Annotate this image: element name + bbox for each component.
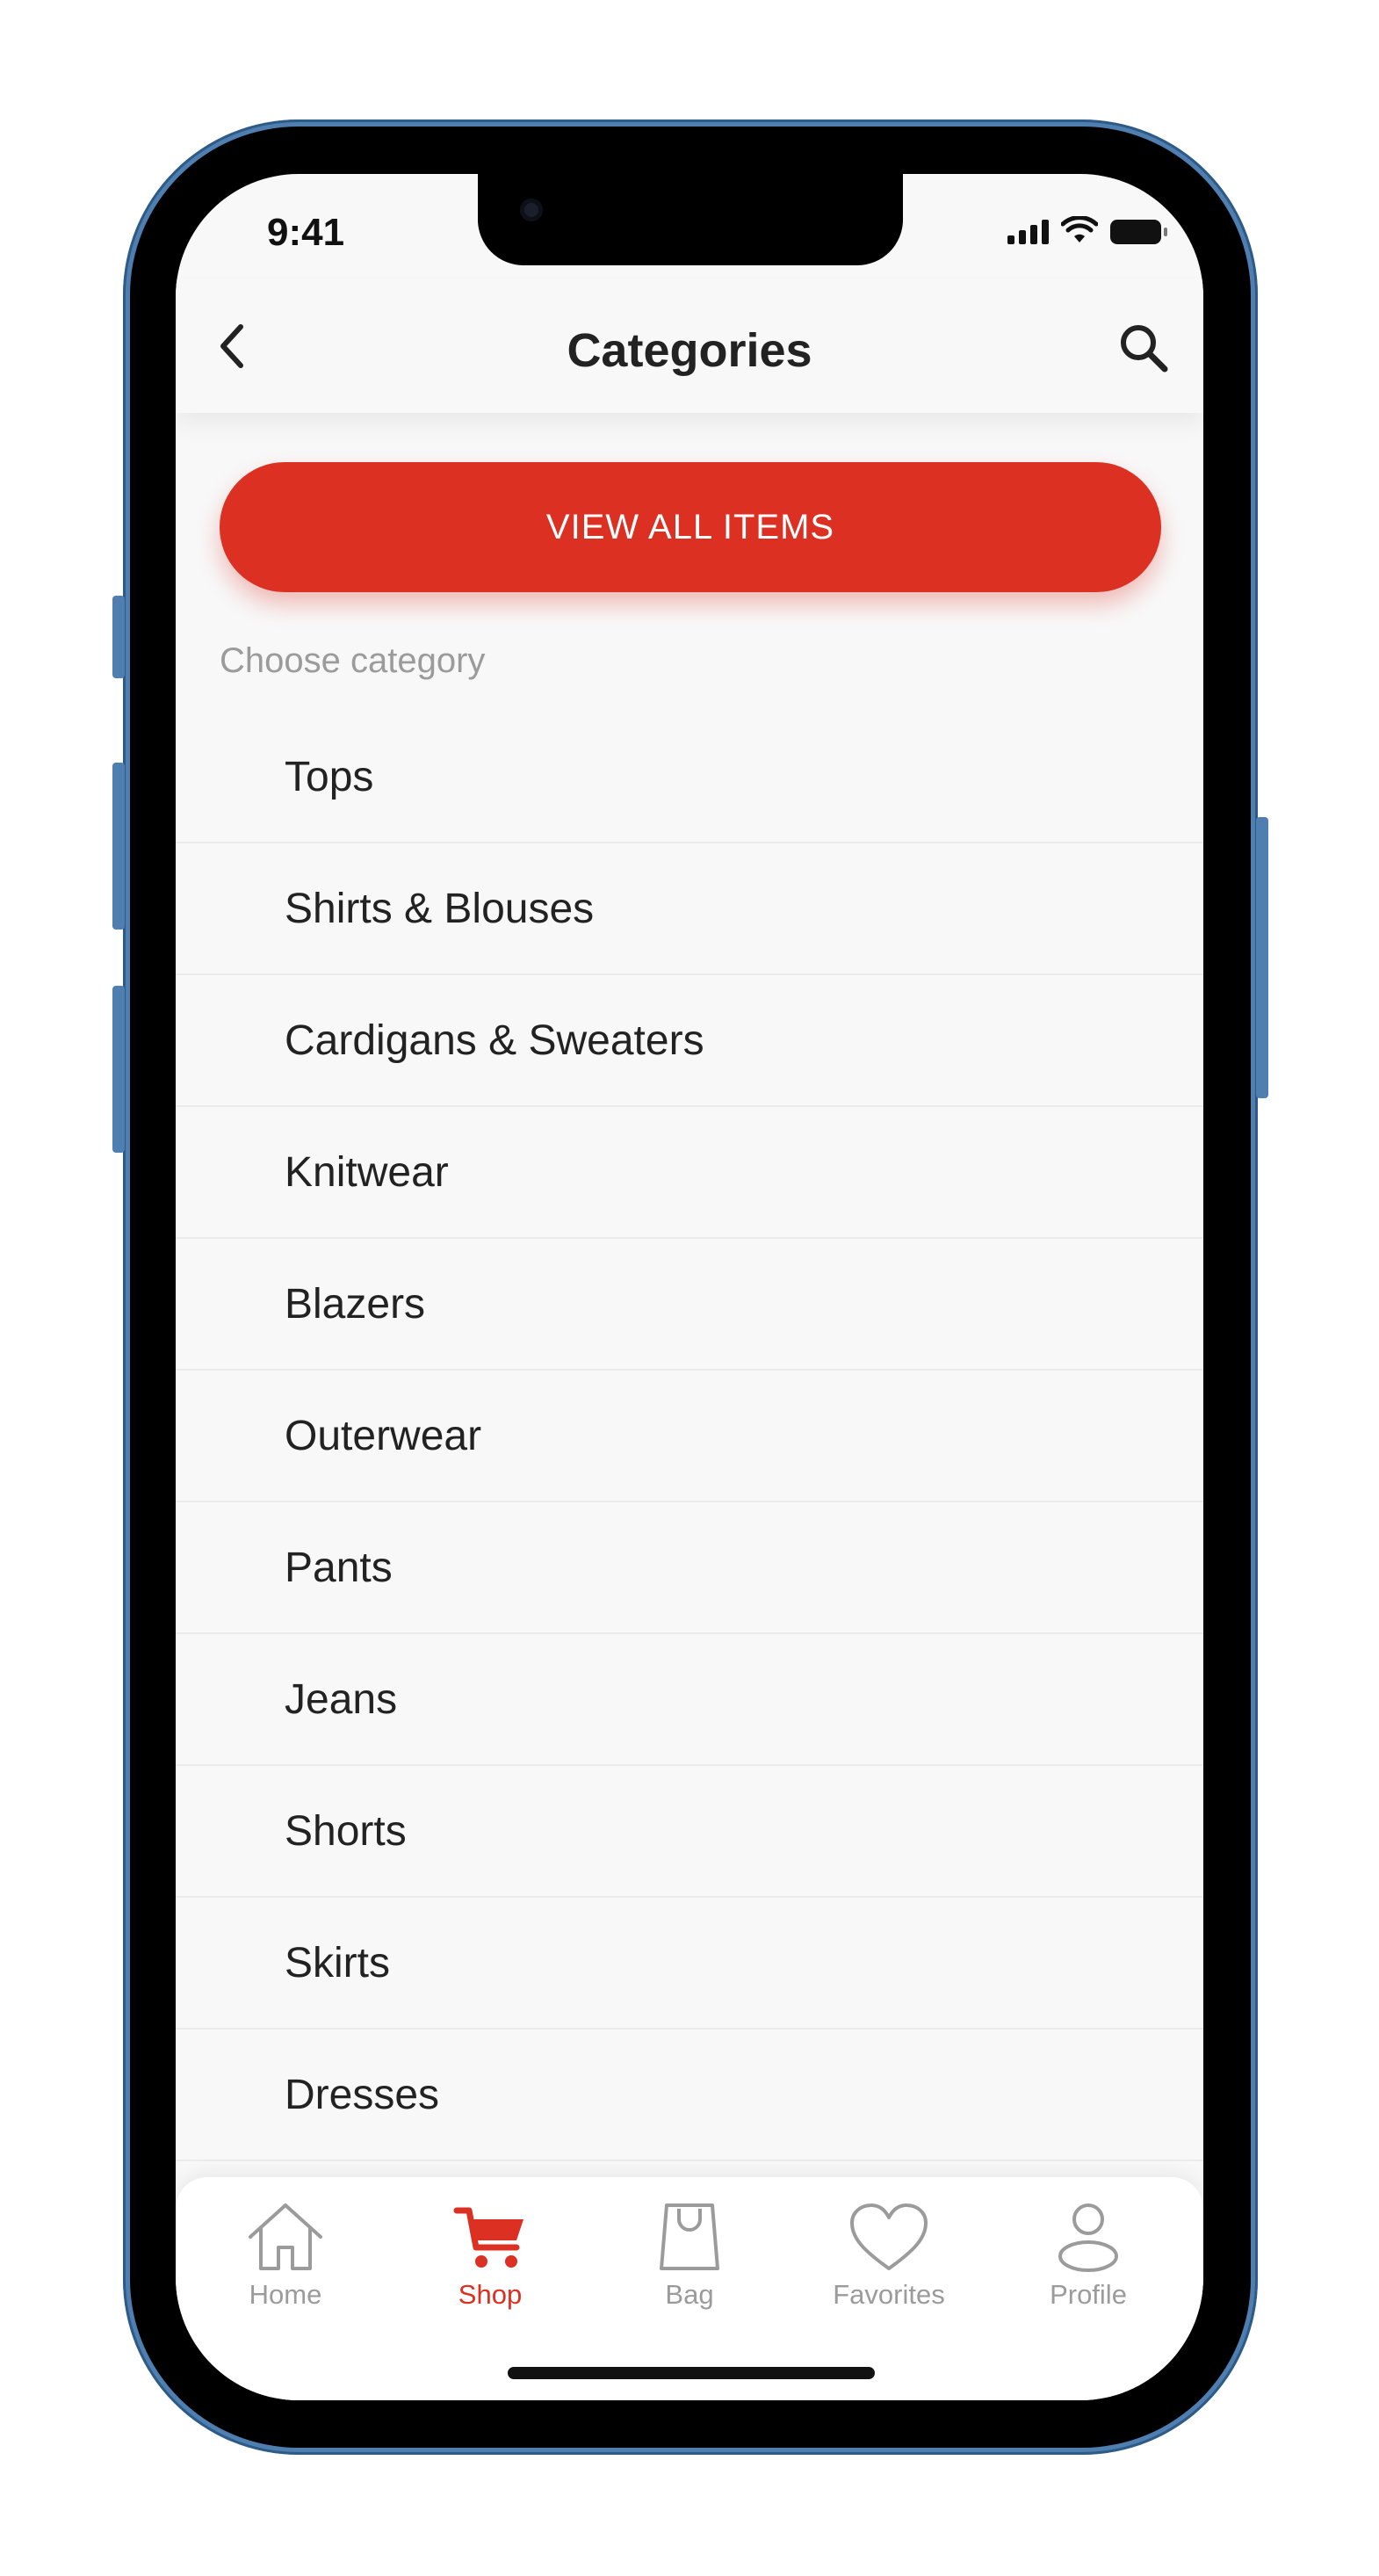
- category-item-shirts-blouses[interactable]: Shirts & Blouses: [176, 843, 1203, 975]
- screen: 9:41 Categories VIEW ALL ITEMS Choose ca…: [176, 174, 1203, 2400]
- tab-label-shop: Shop: [458, 2279, 523, 2310]
- tab-label-favorites: Favorites: [833, 2279, 945, 2310]
- tab-home[interactable]: Home: [189, 2200, 382, 2332]
- profile-icon: [1058, 2203, 1118, 2272]
- category-item-outerwear[interactable]: Outerwear: [176, 1371, 1203, 1502]
- tab-bag[interactable]: Bag: [593, 2200, 786, 2332]
- choose-category-label: Choose category: [220, 641, 486, 680]
- home-icon: [249, 2203, 322, 2270]
- power-button: [1256, 817, 1268, 1098]
- home-indicator: [508, 2367, 875, 2379]
- tab-label-profile: Profile: [1050, 2279, 1127, 2310]
- category-item-tops[interactable]: Tops: [176, 712, 1203, 843]
- notch: [478, 174, 903, 265]
- header: Categories: [176, 279, 1203, 413]
- category-item-dresses[interactable]: Dresses: [176, 2030, 1203, 2161]
- heart-icon: [850, 2203, 928, 2270]
- tab-label-bag: Bag: [665, 2279, 714, 2310]
- category-item-cardigans-sweaters[interactable]: Cardigans & Sweaters: [176, 975, 1203, 1107]
- wifi-icon: [1061, 216, 1098, 242]
- front-camera: [520, 199, 543, 221]
- view-all-items-button[interactable]: VIEW ALL ITEMS: [220, 462, 1161, 592]
- category-item-pants[interactable]: Pants: [176, 1502, 1203, 1634]
- category-list: Tops Shirts & Blouses Cardigans & Sweate…: [176, 712, 1203, 2161]
- signal-icon: [1007, 218, 1049, 244]
- bag-icon: [660, 2203, 719, 2270]
- category-item-jeans[interactable]: Jeans: [176, 1634, 1203, 1766]
- battery-icon: [1110, 220, 1167, 244]
- page-title: Categories: [567, 324, 812, 377]
- status-icons: [1007, 216, 1167, 244]
- tab-profile[interactable]: Profile: [992, 2200, 1185, 2332]
- silent-switch: [112, 596, 125, 678]
- tab-shop[interactable]: Shop: [393, 2200, 587, 2332]
- category-item-knitwear[interactable]: Knitwear: [176, 1107, 1203, 1239]
- tab-label-home: Home: [249, 2279, 322, 2310]
- search-icon[interactable]: [1115, 320, 1172, 376]
- volume-down-button: [112, 986, 125, 1153]
- tab-favorites[interactable]: Favorites: [792, 2200, 986, 2332]
- category-item-blazers[interactable]: Blazers: [176, 1239, 1203, 1371]
- category-item-skirts[interactable]: Skirts: [176, 1898, 1203, 2030]
- volume-up-button: [112, 763, 125, 930]
- category-item-shorts[interactable]: Shorts: [176, 1766, 1203, 1898]
- status-time: 9:41: [267, 211, 345, 254]
- cart-icon: [453, 2207, 523, 2268]
